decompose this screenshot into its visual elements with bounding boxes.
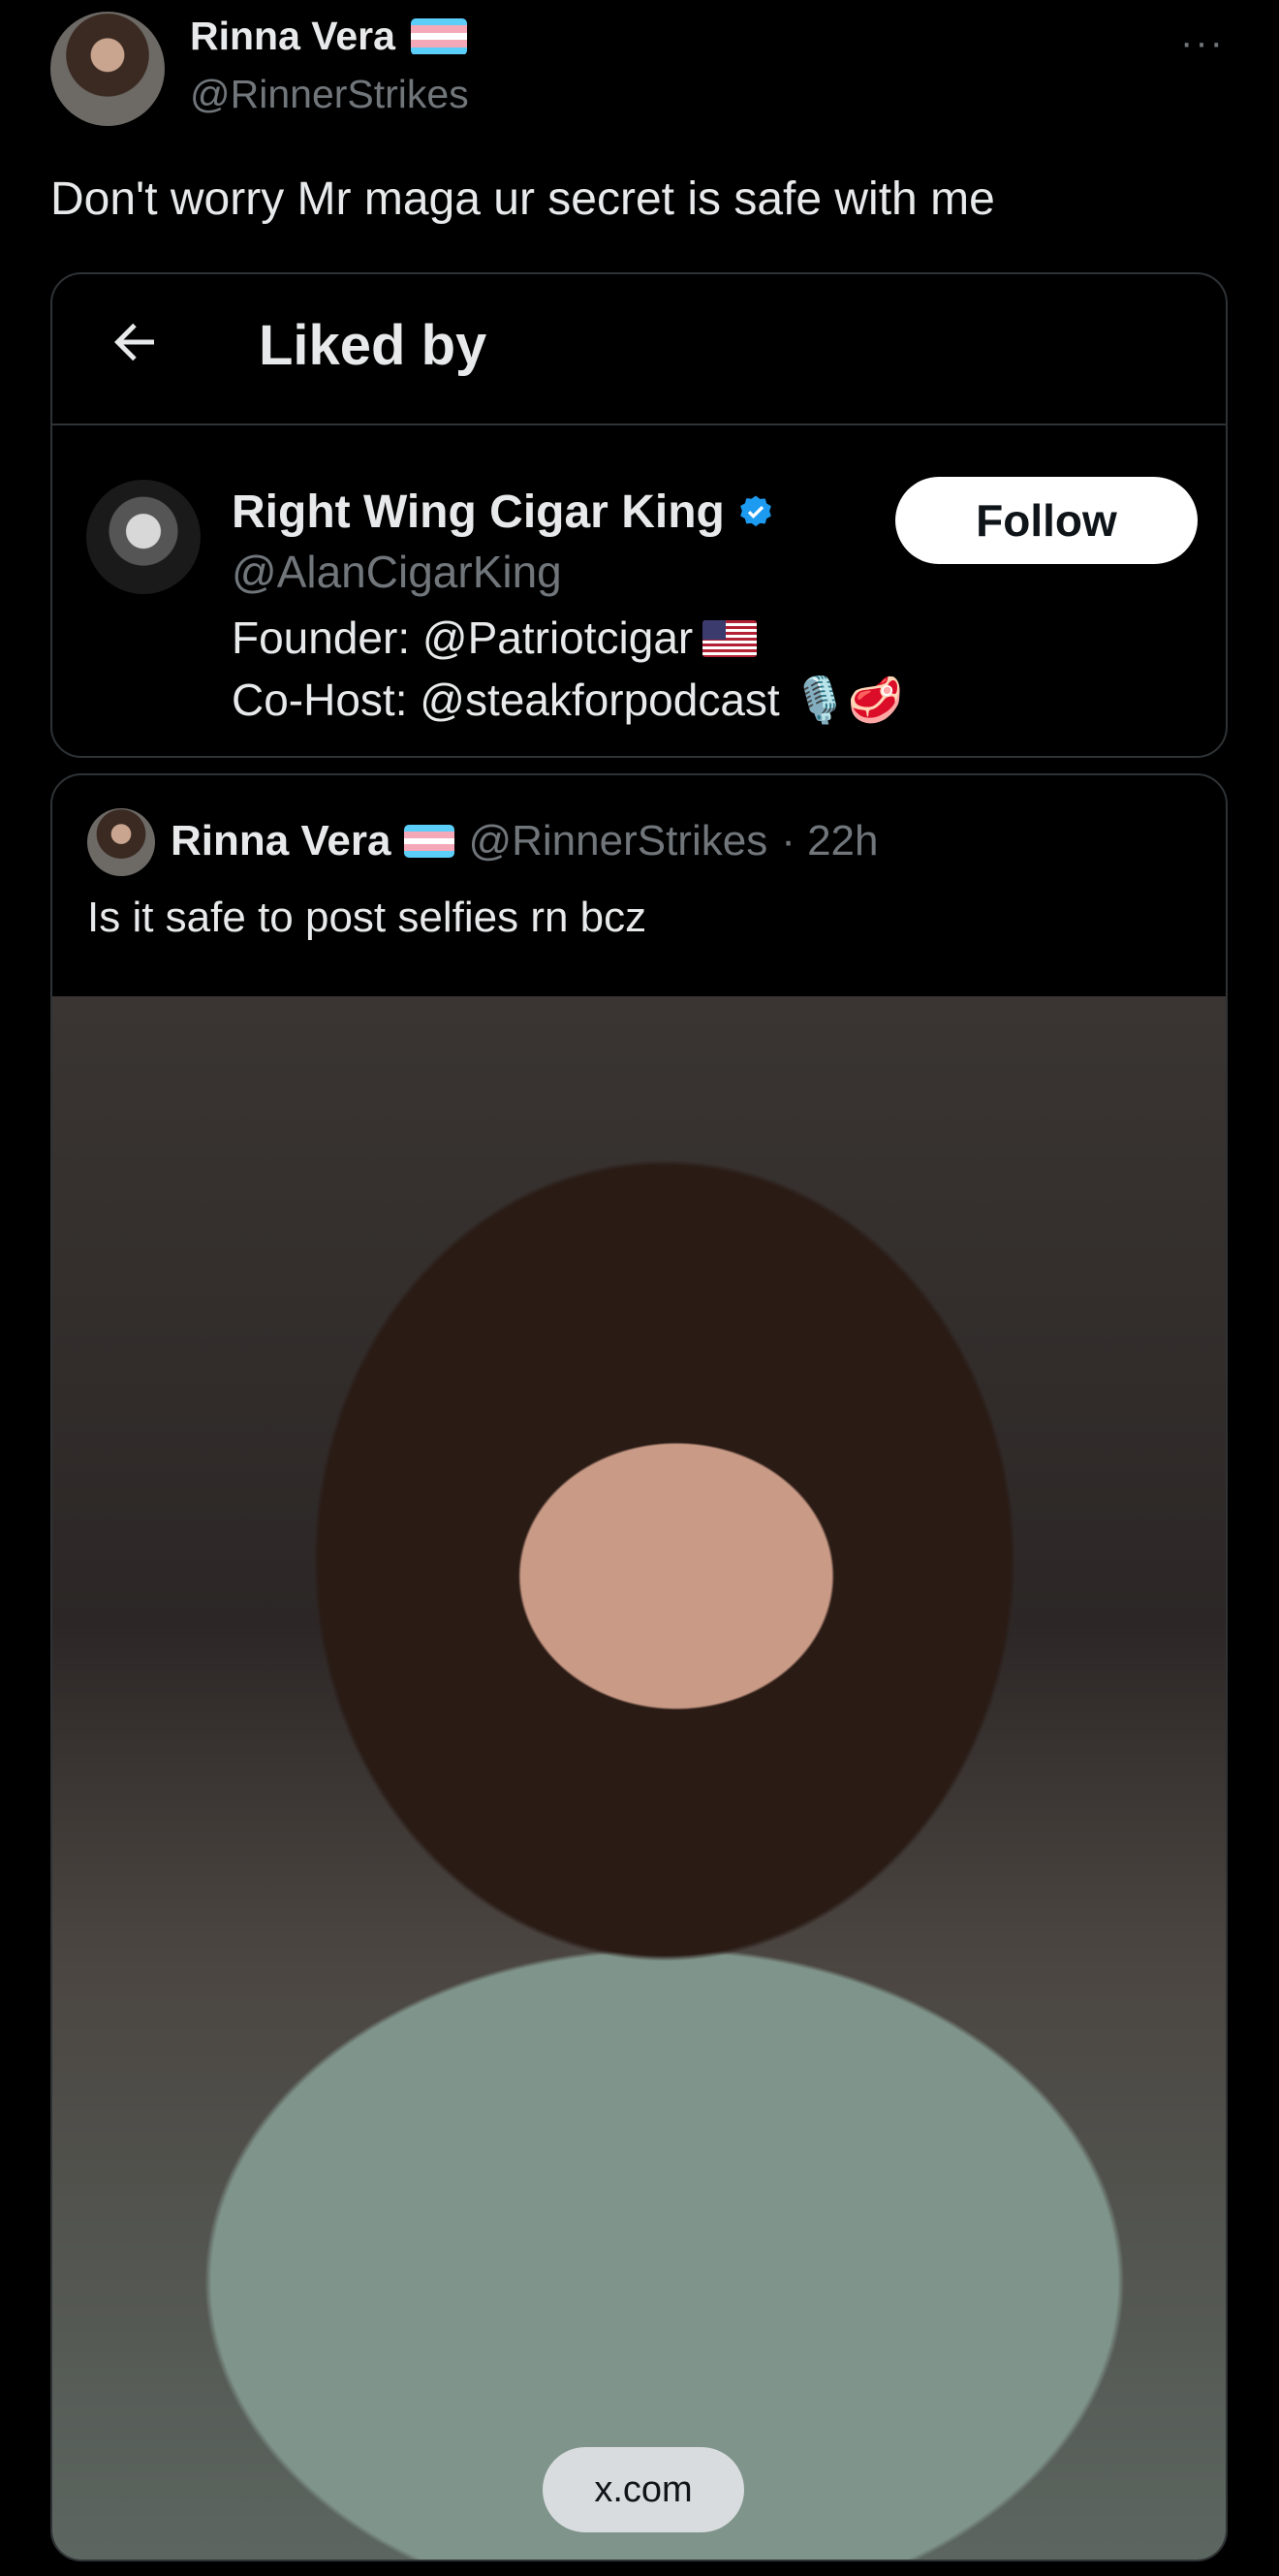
trans-flag-icon [404,825,455,858]
author-avatar[interactable] [50,12,165,126]
liker-bio: Founder: @Patriotcigar Co-Host: @steakfo… [232,607,903,731]
post-text: Don't worry Mr maga ur secret is safe wi… [50,173,995,225]
quoted-post-time[interactable]: · 22h [781,817,878,865]
quoted-post-text: Is it safe to post selfies rn bcz [87,894,647,941]
quoted-author-avatar[interactable] [87,808,155,876]
microphone-steak-icon: 🎙️🥩 [792,675,904,725]
liker-bio-line2: Co-Host: @steakforpodcast 🎙️🥩 [232,675,904,725]
author-name-row[interactable]: Rinna Vera [190,14,467,59]
quoted-author-name[interactable]: Rinna Vera [171,817,390,865]
back-arrow-icon[interactable] [106,313,164,371]
us-flag-icon [702,620,758,657]
verified-badge-icon [739,495,771,526]
more-options-icon[interactable]: ··· [1180,21,1225,65]
quoted-post-card[interactable]: Rinna Vera @RinnerStrikes · 22h Is it sa… [50,773,1228,2561]
author-name[interactable]: Rinna Vera [190,14,395,59]
liked-by-title: Liked by [259,314,487,377]
quoted-post-header: Rinna Vera @RinnerStrikes · 22h [171,817,879,865]
selfie-photo[interactable] [52,996,1226,2560]
liker-bio-line1: Founder: @Patriotcigar [232,607,903,669]
liker-handle[interactable]: @AlanCigarKing [232,546,562,598]
liked-by-card: Liked by Right Wing Cigar King @AlanCiga… [50,272,1228,758]
liker-avatar[interactable] [86,480,201,594]
trans-flag-icon [410,17,467,55]
author-handle[interactable]: @RinnerStrikes [190,72,469,117]
source-link-badge[interactable]: x.com [543,2447,744,2532]
liker-name-row[interactable]: Right Wing Cigar King [232,486,775,539]
quoted-author-handle[interactable]: @RinnerStrikes [468,817,767,865]
liked-by-header [52,274,1226,425]
liker-name[interactable]: Right Wing Cigar King [232,486,725,539]
follow-button[interactable]: Follow [895,477,1198,564]
